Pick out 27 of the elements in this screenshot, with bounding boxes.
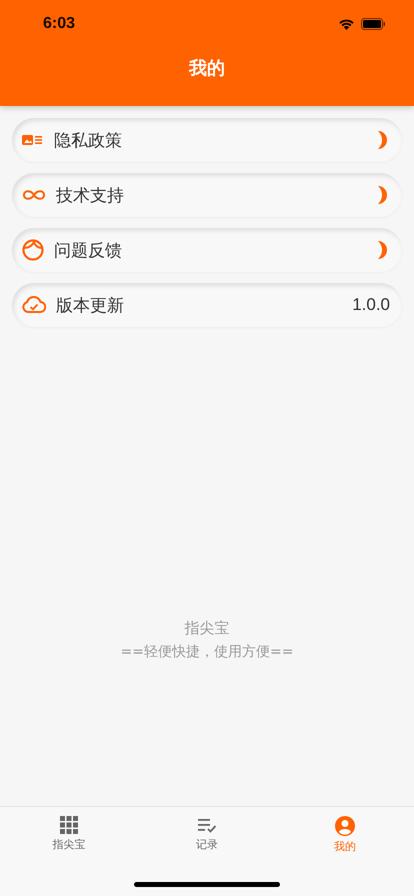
status-time: 6:03 [43, 15, 76, 33]
version-number: 1.0.0 [352, 295, 390, 315]
user-icon [335, 816, 355, 836]
app-name: 指尖宝 [184, 619, 230, 638]
menu-label: 隐私政策 [54, 130, 123, 152]
tab[interactable]: 记录 [138, 807, 276, 852]
menu-item[interactable]: 问题反馈 [12, 228, 402, 272]
crescent-icon [376, 185, 390, 205]
menu-label: 问题反馈 [54, 240, 123, 262]
crescent-icon [376, 130, 390, 150]
menu-label: 版本更新 [56, 294, 125, 316]
menu-label: 技术支持 [56, 184, 125, 206]
tab[interactable]: 指尖宝 [0, 807, 138, 852]
menu-item[interactable]: 版本更新 1.0.0 [12, 283, 402, 327]
grid-icon [60, 816, 78, 834]
profile-card-icon [22, 133, 44, 147]
page-title: 我的 [188, 57, 226, 80]
crescent-icon [376, 240, 390, 260]
slogan: ==轻便快捷，使用方便== [120, 643, 294, 661]
wifi-icon [338, 18, 355, 30]
cloud-check-icon [22, 296, 46, 314]
face-icon [22, 239, 44, 261]
menu-item[interactable]: 技术支持 [12, 173, 402, 217]
infinity-icon [22, 189, 46, 201]
menu-item[interactable]: 隐私政策 [12, 118, 402, 162]
checklist-icon [197, 816, 217, 834]
battery-icon [361, 18, 386, 30]
